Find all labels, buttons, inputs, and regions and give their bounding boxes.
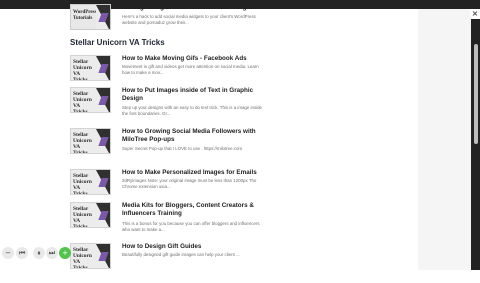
thumbnail-text: Stellar Unicorn VA Tricks (73, 173, 92, 195)
item-excerpt: Step up your designs with an easy to do … (122, 105, 263, 116)
thumbnail: Stellar Unicorn VA Tricks (70, 169, 111, 195)
item-title[interactable]: How to Make Personalized Images for Emai… (122, 169, 262, 177)
thumbnail-logo (96, 129, 110, 153)
thumbnail-text: Stellar Unicorn VA Tricks (73, 59, 92, 81)
content-column: WordPress Tutorials Adding Instagram & F… (70, 0, 400, 270)
thumbnail-logo (96, 244, 110, 268)
item-excerpt: Here's a hack to add social media widget… (122, 14, 256, 25)
minus-icon[interactable]: − (2, 247, 14, 259)
thumbnail-logo (96, 170, 110, 194)
thumbnail: Stellar Unicorn VA Tricks (70, 87, 111, 113)
thumbnail-logo (96, 5, 110, 29)
scrollbar-thumb[interactable] (474, 44, 478, 144)
list-item[interactable]: Stellar Unicorn VA Tricks Media Kits for… (70, 202, 400, 242)
item-title[interactable]: How to Design Gift Guides (122, 243, 262, 251)
item-excerpt: 3dRyimages Note: your original image mus… (122, 178, 257, 189)
item-title[interactable]: How to Put Images inside of Text in Grap… (122, 87, 262, 103)
green-action-icon[interactable]: + (59, 247, 71, 259)
thumbnail: Stellar Unicorn VA Tricks (70, 55, 111, 81)
pause-icon[interactable]: ⏸ (33, 247, 45, 259)
item-excerpt: Movement in gift and videos get more att… (122, 64, 259, 75)
thumbnail-text: Stellar Unicorn VA Tricks (73, 91, 92, 113)
thumbnail-logo (96, 203, 110, 227)
thumbnail-text: Stellar Unicorn VA Tricks (73, 247, 92, 269)
item-title[interactable]: How to Make Moving Gifs - Facebook Ads (122, 55, 262, 63)
item-excerpt: Beautifully designed gift guide images c… (122, 252, 240, 257)
item-title[interactable]: How to Growing Social Media Followers wi… (122, 128, 262, 144)
list-item[interactable]: Stellar Unicorn VA Tricks How to Growing… (70, 128, 400, 168)
item-excerpt: This is a bonus for you because you can … (122, 221, 260, 232)
item-excerpt: Super Secret Pop-up that I LOVE to use .… (122, 146, 243, 151)
item-title[interactable]: Media Kits for Bloggers, Content Creator… (122, 202, 262, 218)
thumbnail-logo (96, 56, 110, 80)
thumbnail: Stellar Unicorn VA Tricks (70, 243, 111, 269)
right-gray-panel (418, 9, 473, 270)
prev-icon[interactable]: ⏮ (16, 247, 28, 259)
close-icon[interactable]: × (470, 9, 480, 19)
thumbnail: Stellar Unicorn VA Tricks (70, 128, 111, 154)
thumbnail-text: Stellar Unicorn VA Tricks (73, 132, 92, 154)
thumbnail-text: Stellar Unicorn VA Tricks (73, 206, 92, 228)
section-title: Stellar Unicorn VA Tricks (70, 38, 165, 47)
thumbnail-text: WordPress Tutorials (73, 10, 97, 21)
list-item[interactable]: Stellar Unicorn VA Tricks How to Design … (70, 243, 400, 283)
item-title[interactable]: Adding Instagram & Facebook Feed Widgets (122, 4, 262, 12)
thumbnail-wp: WordPress Tutorials (70, 4, 111, 30)
list-item[interactable]: Stellar Unicorn VA Tricks How to Put Ima… (70, 87, 400, 127)
next-icon[interactable]: ⏭ (46, 247, 58, 259)
thumbnail: Stellar Unicorn VA Tricks (70, 202, 111, 228)
thumbnail-logo (96, 88, 110, 112)
